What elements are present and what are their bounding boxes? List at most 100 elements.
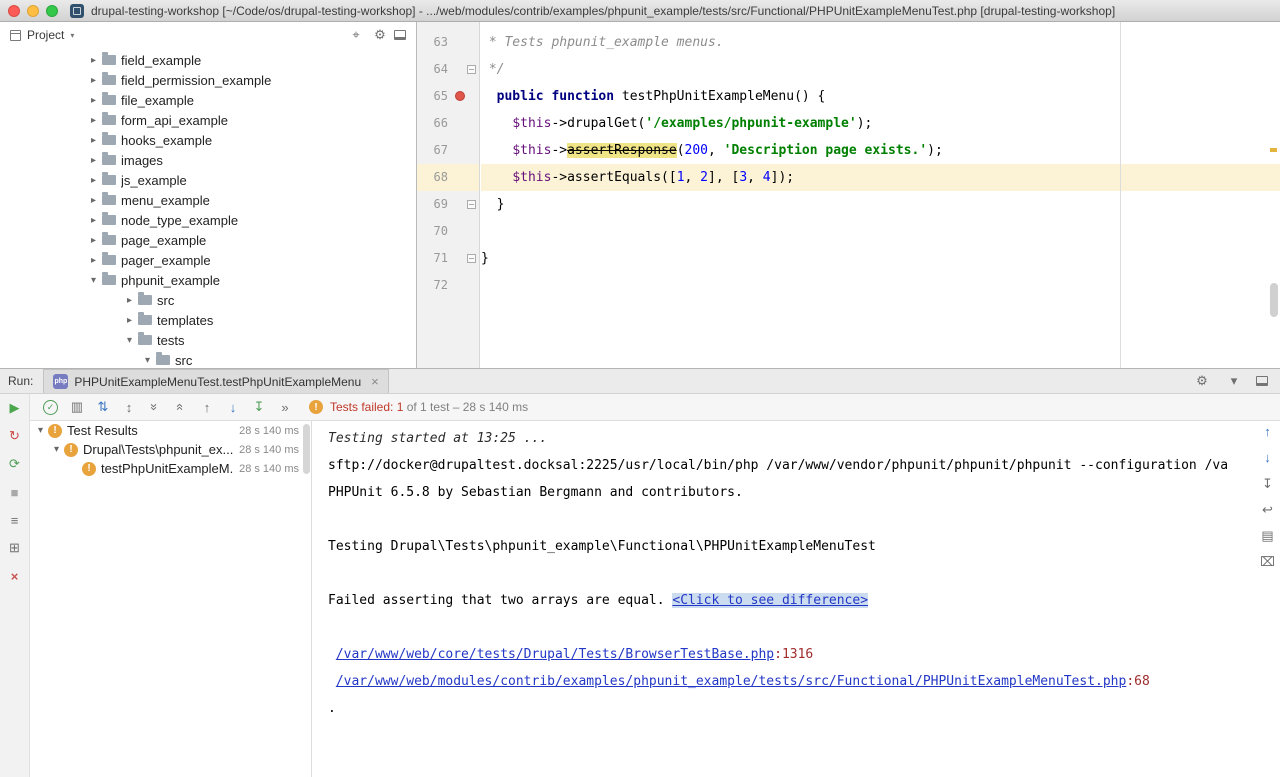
settings-gear-button[interactable]: ⚙ bbox=[1192, 373, 1212, 389]
code-line[interactable]: $this->drupalGet('/examples/phpunit-exam… bbox=[481, 110, 1280, 137]
project-tree-item[interactable]: ▸form_api_example bbox=[0, 110, 416, 130]
rerun-button[interactable]: ▶ bbox=[4, 398, 26, 418]
code-token: assertResponse bbox=[567, 143, 677, 158]
chevron-icon: ▸ bbox=[88, 135, 99, 146]
close-tab-icon[interactable]: × bbox=[371, 374, 379, 389]
test-failed-gutter-icon[interactable] bbox=[455, 91, 465, 101]
project-tree-item[interactable]: ▾src bbox=[0, 350, 416, 368]
code-area[interactable]: * Tests phpunit_example menus. */ public… bbox=[481, 29, 1280, 299]
close-window-button[interactable] bbox=[8, 5, 20, 17]
prev-occurrence-button[interactable]: ↑ bbox=[1259, 423, 1277, 440]
code-line[interactable]: $this->assertResponse(200, 'Description … bbox=[481, 137, 1280, 164]
project-tree-item[interactable]: ▸js_example bbox=[0, 170, 416, 190]
show-console-button[interactable]: ≡ bbox=[4, 510, 26, 530]
code-line[interactable]: } bbox=[481, 245, 1280, 272]
run-tab[interactable]: php PHPUnitExampleMenuTest.testPhpUnitEx… bbox=[43, 369, 388, 393]
file-link[interactable]: /var/www/web/core/tests/Drupal/Tests/Bro… bbox=[336, 647, 774, 662]
project-tree-item[interactable]: ▸templates bbox=[0, 310, 416, 330]
folder-icon bbox=[102, 155, 116, 165]
restore-layout-button[interactable]: ⊞ bbox=[4, 538, 26, 558]
scroll-to-end-button[interactable]: ↧ bbox=[1259, 475, 1277, 492]
line-number: 65 bbox=[422, 83, 448, 110]
tree-item-label: phpunit_example bbox=[121, 273, 220, 288]
expand-all-button[interactable]: » bbox=[144, 395, 166, 419]
code-line[interactable]: public function testPhpUnitExampleMenu()… bbox=[481, 83, 1280, 110]
rerun-failed-tests-button[interactable]: ↻ bbox=[4, 426, 26, 446]
chevron-icon: ▸ bbox=[88, 95, 99, 106]
test-tree-item[interactable]: ▾!Test Results28 s 140 ms bbox=[31, 421, 311, 440]
console-line: PHPUnit 6.5.8 by Sebastian Bergmann and … bbox=[328, 479, 1255, 506]
track-running-test-button[interactable]: ▥ bbox=[65, 396, 89, 418]
previous-failed-test-button[interactable]: ↑ bbox=[195, 396, 219, 418]
soft-wrap-button[interactable]: ↩ bbox=[1259, 501, 1277, 518]
fold-marker-icon[interactable] bbox=[467, 200, 476, 209]
print-button[interactable]: ▤ bbox=[1259, 527, 1277, 544]
run-toolbar: ✓▥⇅↕»«↑↓↧» ! Tests failed: 1 of 1 test –… bbox=[30, 394, 1280, 421]
project-tree-item[interactable]: ▸hooks_example bbox=[0, 130, 416, 150]
collapse-all-button[interactable]: « bbox=[170, 395, 192, 419]
stop-button[interactable]: ■ bbox=[4, 482, 26, 502]
next-occurrence-button[interactable]: ↓ bbox=[1259, 449, 1277, 466]
folder-icon bbox=[138, 315, 152, 325]
folder-icon bbox=[102, 255, 116, 265]
next-failed-test-button[interactable]: ↓ bbox=[221, 396, 245, 418]
line-number: 70 bbox=[422, 218, 448, 245]
sort-alphabetically-button[interactable]: ↕ bbox=[117, 396, 141, 418]
scroll-from-source-button[interactable]: ⌖ bbox=[346, 27, 366, 43]
editor-gutter: 63646566676869707172 bbox=[417, 22, 480, 368]
line-number: 68 bbox=[422, 164, 448, 191]
test-item-duration: 28 s 140 ms bbox=[233, 425, 299, 437]
tree-scrollbar-thumb[interactable] bbox=[303, 424, 310, 474]
hide-passed-button[interactable]: ✓ bbox=[43, 400, 58, 415]
zoom-window-button[interactable] bbox=[46, 5, 58, 17]
editor[interactable]: 63646566676869707172 * Tests phpunit_exa… bbox=[417, 22, 1280, 368]
hide-panel-button[interactable] bbox=[1256, 376, 1268, 386]
fold-marker-icon[interactable] bbox=[467, 65, 476, 74]
file-link[interactable]: /var/www/web/modules/contrib/examples/ph… bbox=[336, 674, 1127, 689]
project-tree-item[interactable]: ▾phpunit_example bbox=[0, 270, 416, 290]
tool-window-icon bbox=[10, 30, 21, 41]
project-tree-item[interactable]: ▸file_example bbox=[0, 90, 416, 110]
code-line[interactable]: $this->assertEquals([1, 2], [3, 4]); bbox=[481, 164, 1280, 191]
minimize-window-button[interactable] bbox=[27, 5, 39, 17]
overflow-chevron-icon[interactable]: » bbox=[273, 396, 297, 418]
project-tree-item[interactable]: ▾tests bbox=[0, 330, 416, 350]
project-tree-item[interactable]: ▸pager_example bbox=[0, 250, 416, 270]
project-tree-item[interactable]: ▸node_type_example bbox=[0, 210, 416, 230]
project-tree-item[interactable]: ▸field_example bbox=[0, 50, 416, 70]
test-tree-item[interactable]: ▾!Drupal\Tests\phpunit_ex...28 s 140 ms bbox=[31, 440, 311, 459]
toggle-auto-test-button[interactable]: ⟳ bbox=[4, 454, 26, 474]
project-tree-item[interactable]: ▸menu_example bbox=[0, 190, 416, 210]
run-tool-window: Run: php PHPUnitExampleMenuTest.testPhpU… bbox=[0, 368, 1280, 777]
sort-by-duration-button[interactable]: ⇅ bbox=[91, 396, 115, 418]
import-test-results-button[interactable]: ↧ bbox=[247, 396, 271, 418]
code-line[interactable] bbox=[481, 272, 1280, 299]
chevron-icon: ▸ bbox=[88, 155, 99, 166]
test-console[interactable]: Testing started at 13:25 ...sftp://docke… bbox=[311, 421, 1255, 777]
project-view-selector[interactable]: Project bbox=[27, 28, 64, 42]
code-line[interactable]: } bbox=[481, 191, 1280, 218]
settings-gear-button[interactable]: ⚙ bbox=[370, 27, 390, 43]
project-tree-item[interactable]: ▸src bbox=[0, 290, 416, 310]
gutter-line: 70 bbox=[417, 218, 479, 245]
console-text bbox=[328, 674, 336, 689]
project-tree-item[interactable]: ▸images bbox=[0, 150, 416, 170]
folder-icon bbox=[102, 55, 116, 65]
code-line[interactable] bbox=[481, 218, 1280, 245]
diff-link[interactable]: <Click to see difference> bbox=[672, 593, 868, 608]
code-line[interactable]: * Tests phpunit_example menus. bbox=[481, 29, 1280, 56]
project-tree-item[interactable]: ▸page_example bbox=[0, 230, 416, 250]
close-button[interactable]: × bbox=[4, 566, 26, 586]
warning-stripe-mark[interactable] bbox=[1270, 148, 1277, 152]
project-tree-item[interactable]: ▸field_permission_example bbox=[0, 70, 416, 90]
folder-icon bbox=[102, 115, 116, 125]
chevron-icon: ▸ bbox=[88, 75, 99, 86]
editor-scrollbar-thumb[interactable] bbox=[1270, 283, 1278, 317]
code-line[interactable]: */ bbox=[481, 56, 1280, 83]
clear-console-button[interactable]: ⌧ bbox=[1259, 553, 1277, 570]
caret-down-icon[interactable]: ▾ bbox=[1224, 373, 1244, 389]
test-failed-icon: ! bbox=[48, 424, 62, 438]
hide-panel-button[interactable] bbox=[394, 30, 406, 40]
test-tree-item[interactable]: !testPhpUnitExampleM...28 s 140 ms bbox=[31, 459, 311, 478]
fold-marker-icon[interactable] bbox=[467, 254, 476, 263]
